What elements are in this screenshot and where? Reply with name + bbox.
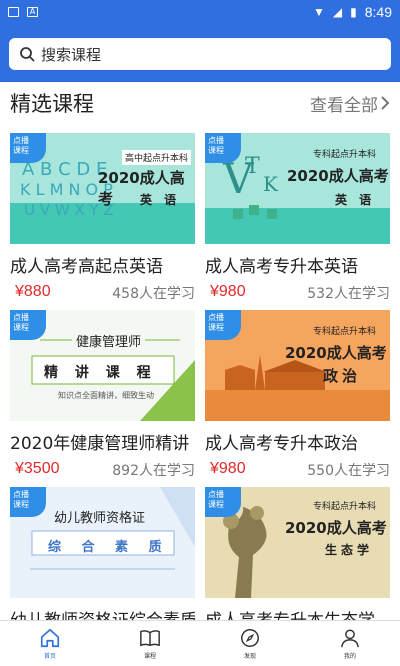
course-title: 成人高考专升本英语: [205, 257, 358, 277]
discover-icon: [241, 629, 259, 647]
vod-course-tag: 点播 课程: [10, 487, 46, 517]
learner-count: 532人在学习: [307, 286, 390, 302]
thumb-subject: 政治: [323, 367, 362, 385]
svg-text:K: K: [263, 172, 279, 196]
course-title: 成人高考高起点英语: [10, 257, 163, 277]
nav-home-label: 首页: [43, 653, 56, 660]
thumb-subject: 生态学: [325, 543, 374, 557]
thumb-subtitle: 专科起点升本科: [313, 502, 377, 512]
course-thumbnail: 点播 课程 幼儿教师资格证 综 合 素 质: [10, 487, 195, 598]
section-title: 精选课程: [10, 92, 94, 116]
nav-courses[interactable]: 课程: [110, 627, 190, 660]
course-thumbnail: 点播 课程 专科起点升本科 2020成人高考 生态学: [205, 487, 390, 598]
vod-course-tag: 点播 课程: [205, 310, 241, 340]
battery-icon: ▮: [350, 5, 357, 19]
thumb-subtitle: 专科起点升本科: [313, 150, 377, 160]
course-price: ¥980: [210, 460, 246, 477]
search-input[interactable]: 搜索课程: [41, 44, 101, 65]
thumb-subject: 精 讲 课 程: [44, 365, 157, 381]
course-card[interactable]: 点播 课程 专科起点升本科 2020成人高考 政治 成人高考专升本政治 ¥980…: [205, 310, 390, 487]
chevron-right-icon: [381, 96, 390, 110]
thumb-subject: 综 合 素 质: [48, 540, 170, 555]
wifi-icon: ▼: [313, 5, 325, 19]
course-thumbnail: A B C D EK L M N O PU V W X Y Z 点播 课程 高中…: [10, 133, 195, 244]
course-card[interactable]: A B C D EK L M N O PU V W X Y Z 点播 课程 高中…: [10, 133, 195, 310]
course-title: 成人高考专升本政治: [205, 434, 358, 454]
nav-discover[interactable]: 发现: [210, 627, 290, 660]
vod-course-tag: 点播 课程: [10, 133, 46, 163]
course-price: ¥3500: [15, 460, 60, 477]
learner-count: 892人在学习: [112, 463, 195, 479]
nav-courses-label: 课程: [143, 653, 156, 660]
vod-course-tag: 点播 课程: [205, 487, 241, 517]
home-icon: [40, 628, 60, 648]
course-title: 2020年健康管理师精讲: [10, 434, 190, 454]
learner-count: 458人在学习: [112, 286, 195, 302]
status-bar: A ▼ ◢ ▮ 8:49: [0, 0, 400, 24]
course-price: ¥980: [210, 283, 246, 300]
thumb-title: 2020成人高考: [285, 519, 387, 537]
nav-profile-label: 我的: [343, 653, 356, 660]
book-icon: [140, 630, 160, 647]
top-app-bar: A ▼ ◢ ▮ 8:49 搜索课程: [0, 0, 400, 82]
featured-courses-header: 精选课程 查看全部: [10, 88, 390, 118]
learner-count: 550人在学习: [307, 463, 390, 479]
vod-course-tag: 点播 课程: [10, 310, 46, 340]
vod-course-tag: 点播 课程: [205, 133, 241, 163]
search-icon: [20, 47, 35, 62]
svg-text:T: T: [245, 154, 260, 179]
status-time: 8:49: [364, 4, 392, 20]
course-thumbnail: 点播 课程 健康管理师 精 讲 课 程 知识点全面精讲，细致生动: [10, 310, 195, 421]
thumb-title: 2020成人高考: [287, 167, 389, 185]
profile-icon: [341, 629, 359, 648]
course-card[interactable]: 点播 课程 健康管理师 精 讲 课 程 知识点全面精讲，细致生动 2020年健康…: [10, 310, 195, 487]
thumb-title: 健康管理师: [72, 331, 146, 350]
signal-icon: ◢: [332, 5, 343, 19]
course-price: ¥880: [15, 283, 51, 300]
bottom-navigation: 首页 课程 发现 我的: [0, 620, 400, 666]
view-all-label: 查看全部: [310, 95, 378, 116]
thumb-title: 2020成人高考: [285, 344, 387, 362]
course-grid: A B C D EK L M N O PU V W X Y Z 点播 课程 高中…: [10, 133, 390, 664]
thumb-subtitle: 知识点全面精讲，细致生动: [58, 391, 154, 400]
a-notification-icon: A: [27, 7, 38, 17]
nav-discover-label: 发现: [243, 653, 256, 660]
thumb-subtitle: 专科起点升本科: [313, 327, 377, 337]
course-card[interactable]: VTK 点播 课程 专科起点升本科 2020成人高考 英 语 成人高考专升本英语…: [205, 133, 390, 310]
thumb-subject: 英 语: [335, 193, 376, 207]
thumb-subject: 英 语: [140, 193, 181, 207]
nav-profile[interactable]: 我的: [310, 627, 390, 660]
course-thumbnail: VTK 点播 课程 专科起点升本科 2020成人高考 英 语: [205, 133, 390, 244]
search-bar[interactable]: 搜索课程: [9, 38, 391, 70]
image-notification-icon: [8, 7, 19, 17]
thumb-title: 幼儿教师资格证: [54, 511, 146, 526]
course-thumbnail: 点播 课程 专科起点升本科 2020成人高考 政治: [205, 310, 390, 421]
nav-home[interactable]: 首页: [10, 627, 90, 660]
thumb-subtitle: 高中起点升本科: [122, 150, 192, 165]
view-all-link[interactable]: 查看全部: [310, 91, 390, 116]
